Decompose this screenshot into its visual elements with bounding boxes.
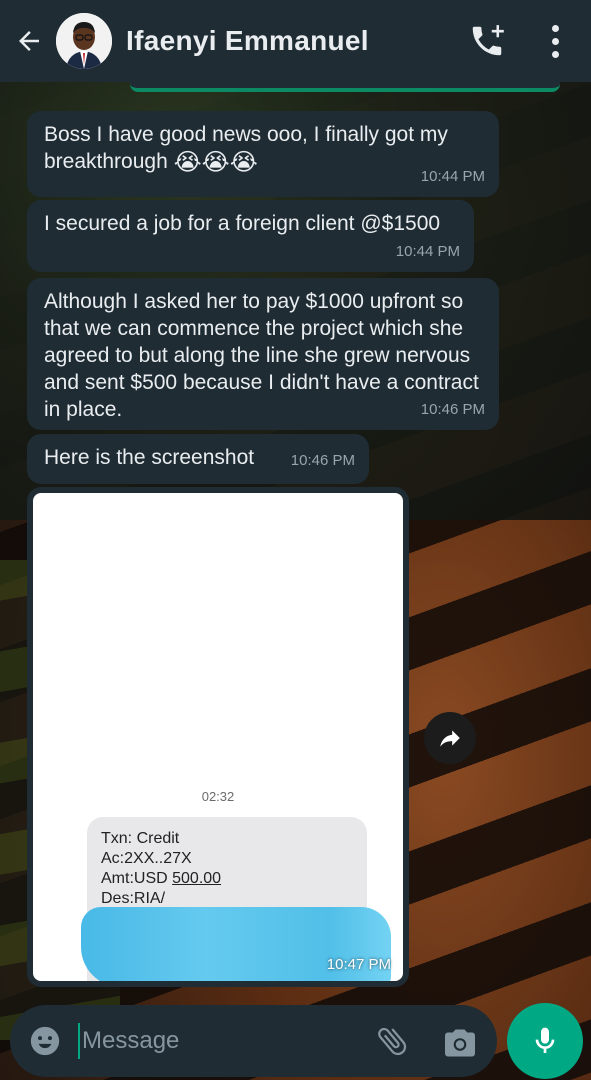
message-bubble[interactable]: Boss I have good news ooo, I finally got…: [27, 111, 499, 197]
message-input[interactable]: [78, 1023, 358, 1059]
contact-name[interactable]: Ifaenyi Emmanuel: [126, 25, 369, 57]
camera-button[interactable]: [442, 1025, 478, 1061]
emoji-icon: [30, 1026, 60, 1056]
avatar-illustration: [56, 13, 112, 69]
image-message[interactable]: 02:32 Txn: Credit Ac:2XX..27X Amt:USD 50…: [27, 487, 409, 987]
message-bubble[interactable]: Although I asked her to pay $1000 upfron…: [27, 278, 499, 430]
forward-arrow-icon: [440, 730, 460, 747]
screenshot-image[interactable]: 02:32 Txn: Credit Ac:2XX..27X Amt:USD 50…: [33, 493, 403, 981]
sms-timestamp: 02:32: [201, 789, 235, 804]
header-underline: [130, 82, 560, 92]
emoji-button[interactable]: [28, 1024, 62, 1058]
avatar[interactable]: [56, 13, 112, 69]
microphone-icon: [535, 1027, 555, 1053]
message-bubble[interactable]: Here is the screenshot 10:46 PM: [27, 434, 369, 484]
message-text: I secured a job for a foreign client @$1…: [44, 212, 441, 235]
chat-header: Ifaenyi Emmanuel: [0, 0, 591, 82]
back-arrow-icon: [19, 31, 39, 51]
voice-record-button[interactable]: [507, 1003, 583, 1079]
sms-line-txn: Txn: Credit: [101, 830, 180, 847]
crying-emoji: 😭😭😭: [173, 148, 258, 176]
message-time: 10:44 PM: [420, 168, 485, 185]
forward-button[interactable]: [424, 712, 476, 764]
message-time: 10:46 PM: [420, 401, 485, 418]
add-call-button[interactable]: [468, 22, 506, 60]
message-time: 10:44 PM: [395, 243, 460, 260]
back-button[interactable]: [12, 24, 46, 58]
paperclip-icon: [378, 1027, 407, 1056]
sms-amt-prefix: Amt:USD: [101, 870, 173, 887]
sms-amt-value: 500.00: [172, 870, 222, 887]
more-options-button[interactable]: [540, 20, 570, 62]
message-time: 10:46 PM: [290, 452, 355, 469]
message-time: 10:47 PM: [326, 956, 391, 973]
more-vertical-icon: [551, 24, 559, 32]
sms-line-des: Des:RIA/: [101, 890, 166, 907]
message-composer: [10, 1005, 497, 1077]
sms-line-ac: Ac:2XX..27X: [101, 850, 192, 867]
message-bubble[interactable]: I secured a job for a foreign client @$1…: [27, 200, 474, 272]
attach-button[interactable]: [374, 1023, 410, 1059]
camera-icon: [445, 1029, 475, 1057]
add-call-icon: [472, 25, 504, 56]
message-text: Although I asked her to pay $1000 upfron…: [44, 290, 479, 421]
